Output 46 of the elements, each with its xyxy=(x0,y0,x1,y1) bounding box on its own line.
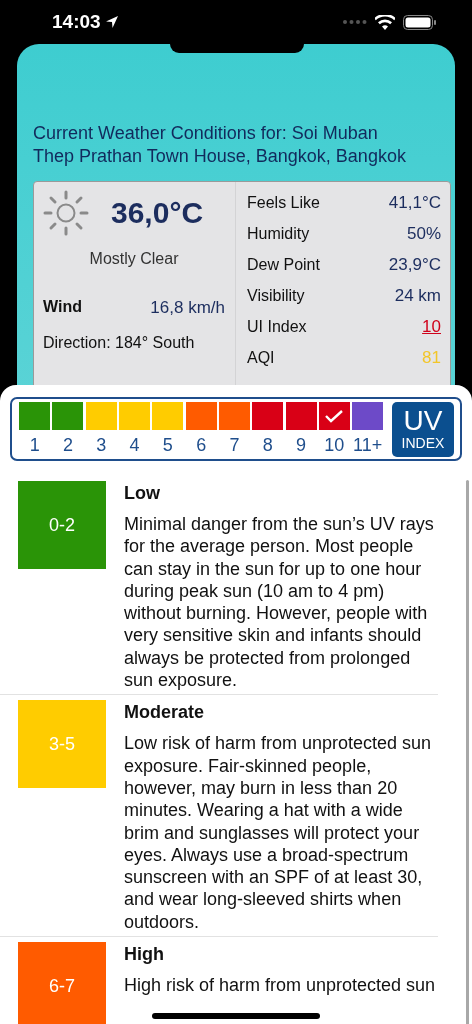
location-title: Current Weather Conditions for: Soi Muban Thep Prathan Town House, Bangkok, Bangkok xyxy=(33,122,407,168)
battery-icon xyxy=(403,14,436,30)
detail-label: AQI xyxy=(247,348,275,367)
detail-value: 41,1°C xyxy=(388,192,441,213)
range-badge: 6-7 xyxy=(18,942,106,1024)
detail-value: 24 km xyxy=(394,285,441,306)
category-description: High risk of harm from unprotected sun xyxy=(124,974,437,997)
detail-value: 10 xyxy=(422,316,441,337)
detail-label: Humidity xyxy=(247,224,310,243)
category-description: Minimal danger from the sun’s UV rays for the average person. Most people can stay in the sun for up to one hour during peak sun (10 am to 4 pm) without burning. However, people with very sensitive skin and infants should always be protected from prolonged sun exposure. xyxy=(124,513,435,692)
uv-level-number: 6 xyxy=(196,434,207,456)
uv-level-number: 1 xyxy=(29,434,40,456)
category-description: Low risk of harm from unprotected sun exposure. Fair-skinned people, however, may burn in less than 20 minutes. Wearing a hat with a wide brim and sunglasses will protect your eyes. Always use a broad-spectrum sunscreen with an SPF of at least 30, and wear long-sleeved shirts when outdoors. xyxy=(124,732,433,934)
uv-level-number: 10 xyxy=(324,434,345,456)
clock-time: 14:03 xyxy=(52,11,101,33)
detail-value: 50% xyxy=(406,223,441,244)
uv-level-number: 8 xyxy=(262,434,273,456)
signal-dots-icon xyxy=(343,20,367,24)
sun-icon xyxy=(43,190,89,236)
uv-level-number: 3 xyxy=(96,434,107,456)
category-title: High xyxy=(124,943,165,966)
detail-label: Dew Point xyxy=(247,255,320,274)
wind-label: Wind xyxy=(43,298,82,317)
uv-level-number: 11+ xyxy=(353,434,383,456)
category-title: Moderate xyxy=(124,701,205,724)
uv-level-number: 9 xyxy=(296,434,307,456)
detail-value: 81 xyxy=(422,347,441,368)
wind-direction: Direction: 184° South xyxy=(43,334,196,352)
location-arrow-icon xyxy=(104,15,119,29)
wifi-icon xyxy=(375,14,395,30)
detail-value: 23,9°C xyxy=(388,254,441,275)
temperature: 36,0°C xyxy=(111,196,204,230)
uv-level-number: 5 xyxy=(162,434,173,456)
detail-label: UI Index xyxy=(247,317,307,336)
badge-title: UV xyxy=(403,407,443,435)
detail-label: Feels Like xyxy=(247,193,320,212)
range-badge: 3-5 xyxy=(18,700,106,789)
condition-text: Mostly Clear xyxy=(89,250,179,268)
range-badge: 0-2 xyxy=(18,481,106,569)
uv-level-number: 4 xyxy=(129,434,140,456)
wind-speed: 16,8 km/h xyxy=(150,298,225,318)
uv-level-number: 2 xyxy=(62,434,73,456)
uv-level-number: 7 xyxy=(229,434,240,456)
category-title: Low xyxy=(124,482,161,504)
badge-subtitle: INDEX xyxy=(401,435,445,451)
detail-label: Visibility xyxy=(247,286,305,305)
